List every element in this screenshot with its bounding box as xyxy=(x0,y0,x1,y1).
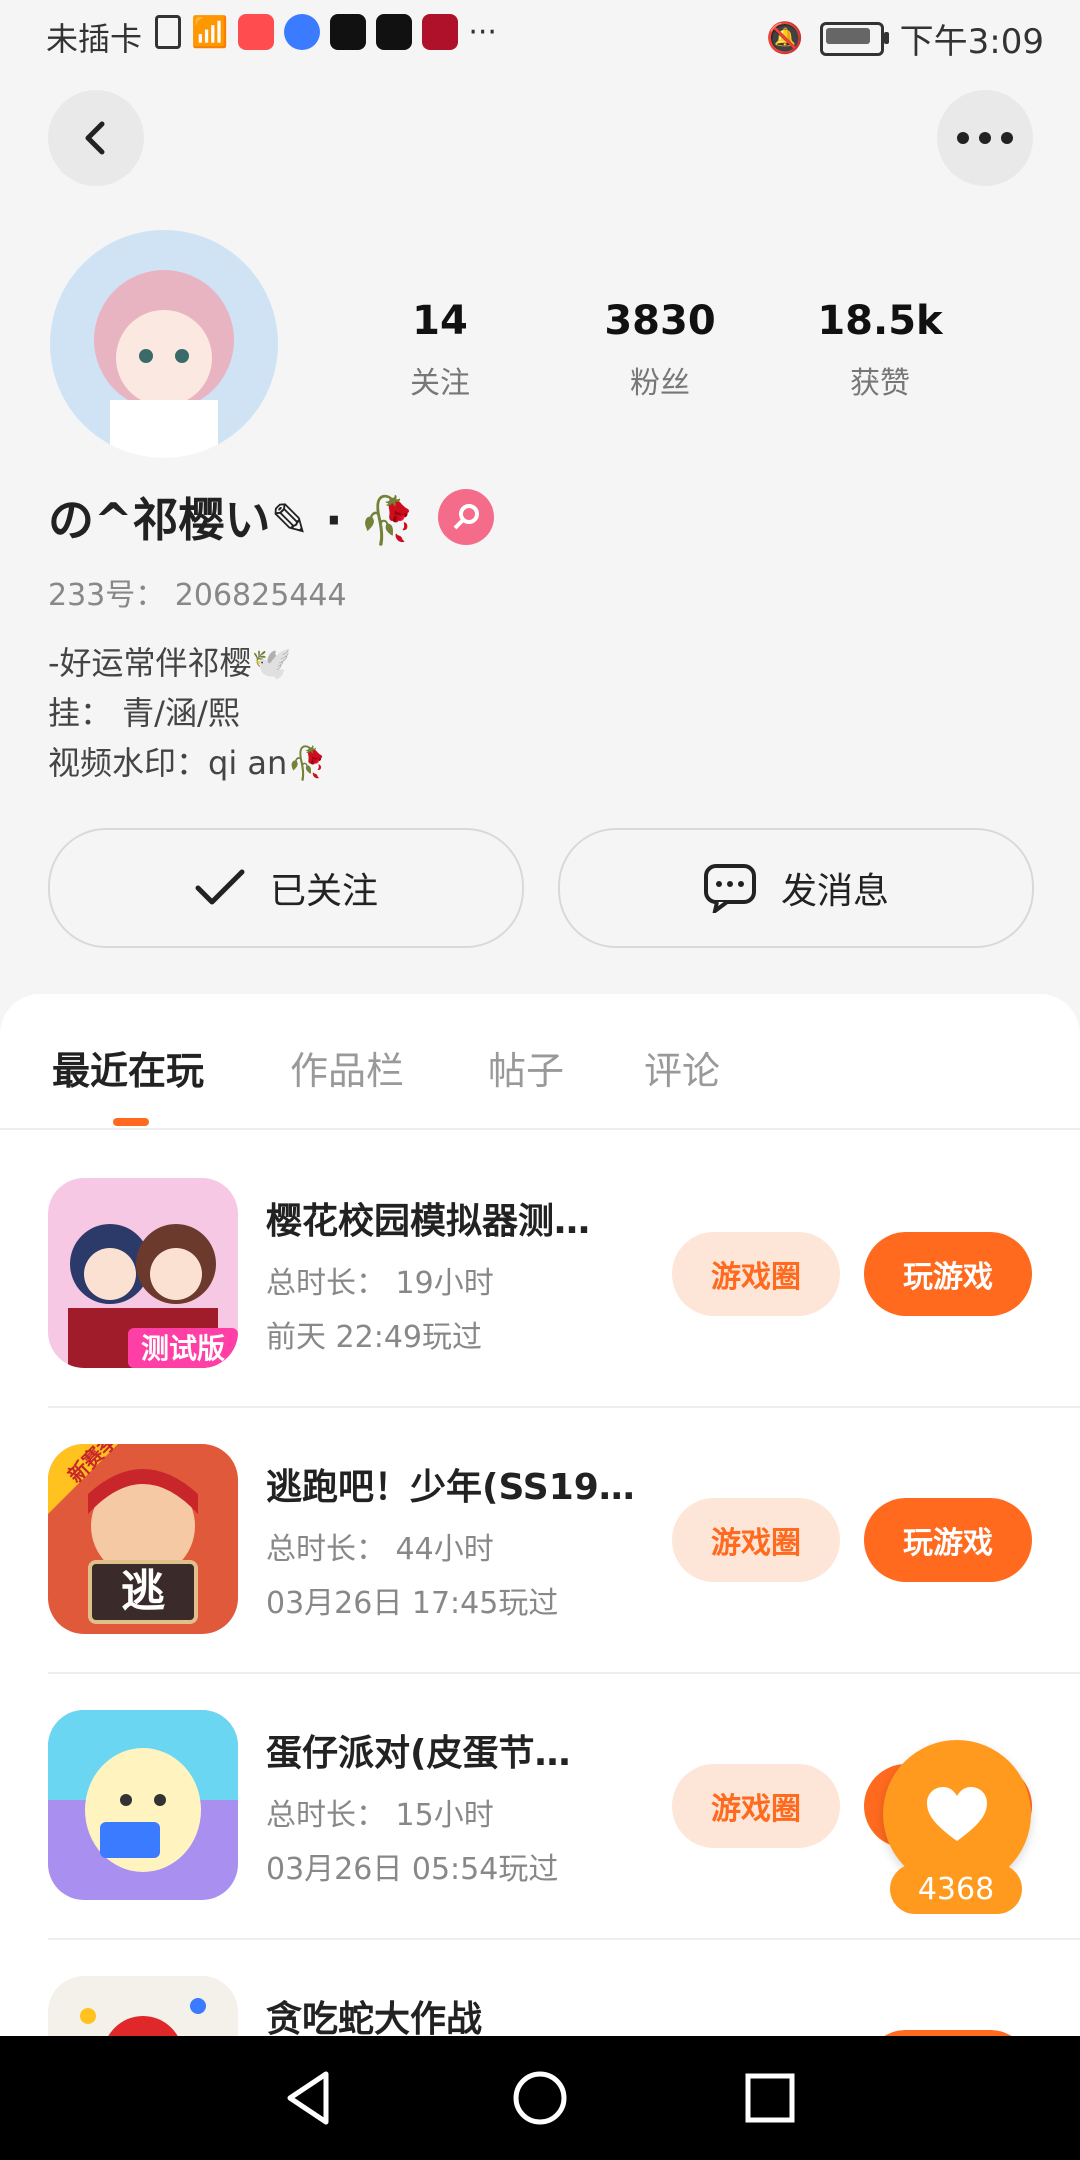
following-count: 14 xyxy=(412,298,468,344)
nav-recents-icon[interactable] xyxy=(740,2068,800,2128)
game-row[interactable]: 贪吃蛇大作战 xyxy=(0,1948,1080,2036)
battery-level xyxy=(825,27,870,44)
mute-icon: 🔕 xyxy=(766,21,804,56)
game-title: 贪吃蛇大作战 xyxy=(266,1999,483,2036)
escape-badge: 逃 xyxy=(121,1566,165,1617)
back-button[interactable] xyxy=(48,90,144,186)
more-options-button[interactable] xyxy=(937,90,1033,186)
bio-line-2: 挂： 青/涵/熙 xyxy=(48,694,240,732)
chevron-left-icon xyxy=(85,121,105,155)
heart-icon xyxy=(927,1787,987,1841)
active-tab-indicator xyxy=(113,1118,149,1126)
game-circle-button[interactable]: 游戏圈 xyxy=(672,1232,840,1316)
followed-label: 已关注 xyxy=(269,871,378,912)
user-id: 233号： 206825444 xyxy=(48,578,347,613)
fans-label: 粉丝 xyxy=(630,366,690,401)
status-bar: 未插卡 📶 ··· 🔕 下午3:09 xyxy=(0,0,1080,72)
tab-works[interactable]: 作品栏 xyxy=(290,1040,404,1095)
fans-count: 3830 xyxy=(604,298,716,344)
tab-recently-played[interactable]: 最近在玩 xyxy=(52,1040,204,1095)
game-row[interactable]: 测试版 樱花校园模拟器测… 总时长： 19小时 前天 22:49玩过 游戏圈 玩… xyxy=(0,1150,1080,1406)
game-icon-sakura: 测试版 xyxy=(48,1178,238,1368)
game-title: 樱花校园模拟器测… xyxy=(266,1201,591,1242)
stat-likes[interactable]: 18.5k 获赞 xyxy=(780,298,980,402)
sim-alert-icon xyxy=(155,15,181,49)
capcut-icon xyxy=(330,14,367,50)
stat-fans[interactable]: 3830 粉丝 xyxy=(560,298,760,402)
tiktok-icon xyxy=(376,14,413,50)
game-icon-snake xyxy=(48,1976,238,2036)
battery-icon xyxy=(819,21,889,56)
send-message-button[interactable]: 发消息 xyxy=(558,828,1034,948)
app-icon-red xyxy=(238,14,275,50)
likes-label: 获赞 xyxy=(850,366,910,401)
game-row[interactable]: 逃 新赛季 逃跑吧！少年(SS19… 总时长： 44小时 03月26日 17:4… xyxy=(0,1416,1080,1672)
tab-comments[interactable]: 评论 xyxy=(644,1040,720,1095)
game-duration: 总时长： 15小时 xyxy=(266,1798,494,1833)
game-icon-eggy-party xyxy=(48,1710,238,1900)
avatar[interactable] xyxy=(50,230,278,458)
nickname-row: の^祁樱い✎ · 🥀 xyxy=(48,484,494,550)
likes-count: 18.5k xyxy=(817,298,943,344)
test-version-badge: 测试版 xyxy=(141,1332,225,1365)
game-title: 逃跑吧！少年(SS19… xyxy=(266,1467,635,1508)
check-icon xyxy=(195,869,245,905)
game-last-played: 03月26日 17:45玩过 xyxy=(266,1586,559,1621)
game-circle-button[interactable]: 游戏圈 xyxy=(672,1498,840,1582)
row-divider xyxy=(48,1938,1080,1940)
clock: 下午3:09 xyxy=(899,22,1044,62)
chat-bubble-icon xyxy=(703,864,756,913)
row-divider xyxy=(48,1406,1080,1408)
like-count: 4368 xyxy=(890,1864,1022,1914)
system-nav-bar xyxy=(0,2036,1080,2160)
play-game-button[interactable]: 玩游戏 xyxy=(864,1232,1032,1316)
app-icon-blue xyxy=(284,14,321,50)
bio-line-3: 视频水印：qi an🥀 xyxy=(48,744,328,782)
game-circle-button[interactable]: 游戏圈 xyxy=(672,1764,840,1848)
female-icon xyxy=(437,489,494,545)
followed-button[interactable]: 已关注 xyxy=(48,828,524,948)
app-icon-dark xyxy=(422,14,459,50)
message-label: 发消息 xyxy=(780,871,889,912)
status-right: 🔕 下午3:09 xyxy=(766,14,1044,63)
carrier-text: 未插卡 xyxy=(46,20,143,58)
game-duration: 总时长： 19小时 xyxy=(266,1266,494,1301)
play-game-button[interactable]: 玩游戏 xyxy=(864,1498,1032,1582)
game-last-played: 03月26日 05:54玩过 xyxy=(266,1852,559,1887)
tab-posts[interactable]: 帖子 xyxy=(488,1040,564,1095)
following-label: 关注 xyxy=(410,366,470,401)
tabs-divider xyxy=(0,1128,1080,1130)
game-title: 蛋仔派对(皮蛋节… xyxy=(266,1733,571,1774)
bio-line-1: -好运常伴祁樱🕊️ xyxy=(48,644,292,682)
more-dots-icon xyxy=(957,132,1013,144)
more-notifications-icon: ··· xyxy=(468,14,497,50)
nav-back-icon[interactable] xyxy=(280,2068,340,2128)
wifi-icon: 📶 xyxy=(191,14,229,50)
avatar-image xyxy=(50,230,278,458)
stat-following[interactable]: 14 关注 xyxy=(340,298,540,402)
game-last-played: 前天 22:49玩过 xyxy=(266,1320,482,1355)
nav-home-icon[interactable] xyxy=(510,2068,570,2128)
game-duration: 总时长： 44小时 xyxy=(266,1532,494,1567)
notification-icons: 📶 ··· xyxy=(155,14,497,50)
nickname: の^祁樱い✎ · 🥀 xyxy=(48,493,416,547)
game-icon-runaway: 逃 新赛季 xyxy=(48,1444,238,1634)
row-divider xyxy=(48,1672,1080,1674)
